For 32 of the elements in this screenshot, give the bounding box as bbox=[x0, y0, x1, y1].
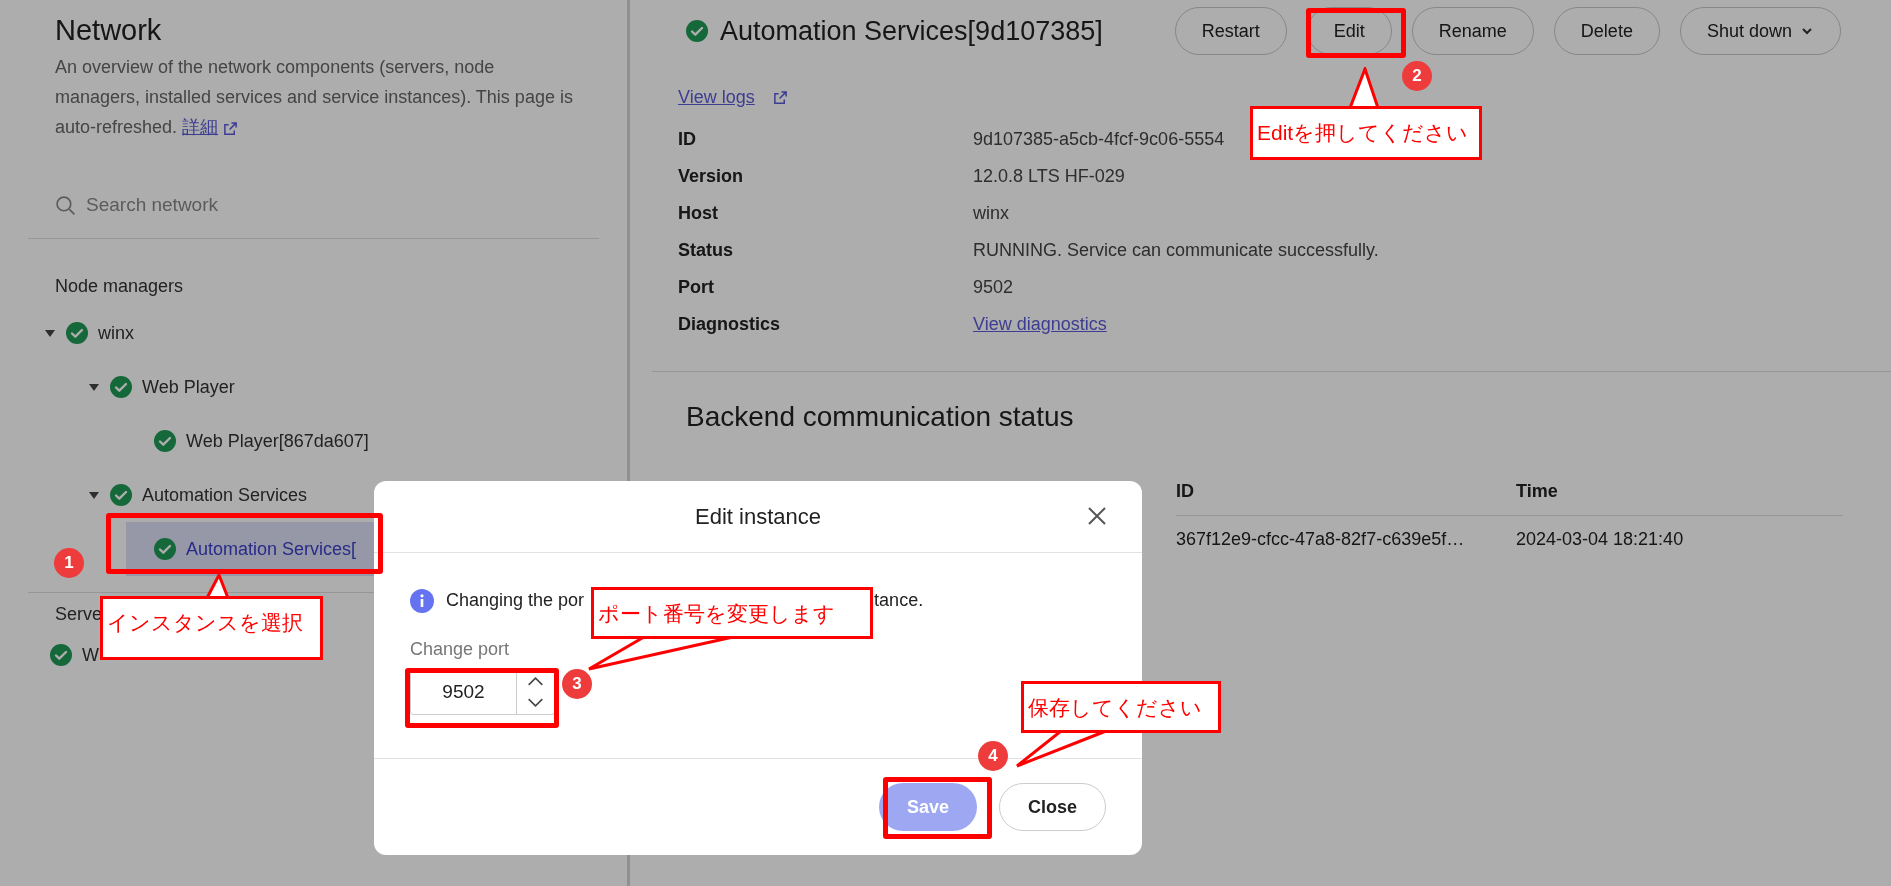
info-text: tance. bbox=[874, 589, 924, 612]
field-label: Version bbox=[678, 165, 745, 188]
page-title: Network bbox=[55, 13, 163, 48]
callout: インスタンスを選択 bbox=[100, 596, 323, 660]
field-value: 9502 bbox=[973, 276, 1014, 299]
table-cell-text: 367f12e9-cfcc-47a8-82f7-c639e5f… bbox=[1176, 527, 1466, 551]
section-heading: Node managers bbox=[55, 275, 184, 298]
section-title: Backend communication status bbox=[686, 400, 1075, 434]
field-label: Change port bbox=[410, 638, 510, 661]
step-badge: 1 bbox=[54, 548, 84, 578]
dialog-title: Edit instance bbox=[695, 503, 821, 531]
field-value: 12.0.8 LTS HF-029 bbox=[973, 165, 1125, 188]
info-text: Changing the por bbox=[446, 589, 585, 612]
section-heading: Serve bbox=[55, 603, 103, 626]
field-label: Diagnostics bbox=[678, 313, 782, 336]
field-label: Port bbox=[678, 276, 715, 299]
field-label: Host bbox=[678, 202, 719, 225]
field-value: RUNNING. Service can communicate successfully. bbox=[973, 239, 1379, 262]
tree-item-label: W bbox=[82, 643, 99, 667]
page-description: An overview of the network components (servers, node managers, installed services and service instances). This page is auto-refreshed. 詳細 bbox=[55, 56, 574, 139]
field-value: 9d107385-a5cb-4fcf-9c06-5554 bbox=[973, 128, 1225, 151]
instance-title: Automation Services[9d107385] bbox=[720, 14, 1103, 48]
tree-item-label: Web Player bbox=[142, 375, 235, 399]
tree-item-label: Automation Services bbox=[142, 483, 308, 507]
field-value: winx bbox=[973, 202, 1009, 225]
field-label: ID bbox=[678, 128, 697, 151]
step-badge: 2 bbox=[1402, 61, 1432, 91]
field-label: Status bbox=[678, 239, 734, 262]
tree-item-label: Automation Services[ bbox=[186, 537, 357, 561]
table-cell-text: 2024-03-04 18:21:40 bbox=[1516, 527, 1685, 551]
tree-item-label: Web Player[867da607] bbox=[186, 429, 369, 453]
tree-item-label: winx bbox=[98, 321, 134, 345]
